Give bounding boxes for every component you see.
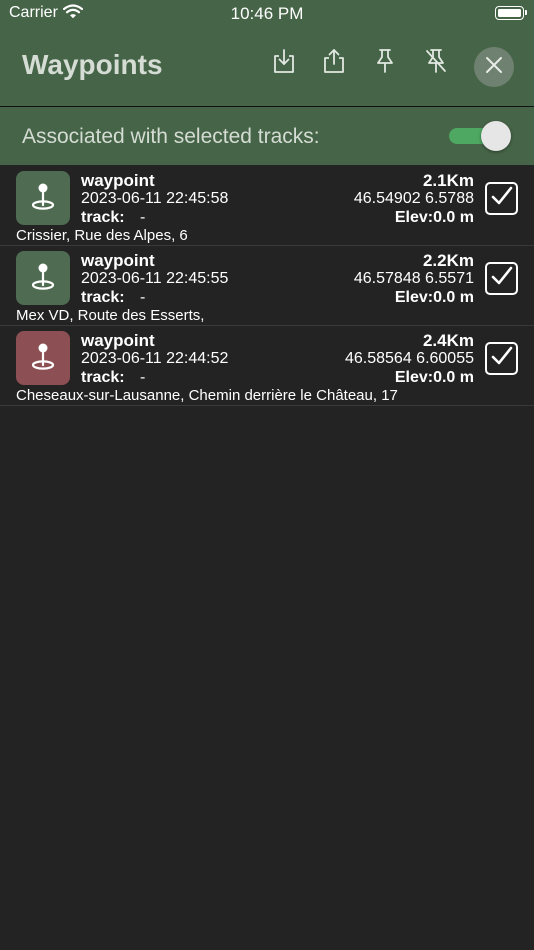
waypoint-coordinates: 46.54902 6.5788 <box>353 190 474 207</box>
share-icon <box>322 48 346 79</box>
map-pin-icon <box>29 261 57 296</box>
checkmark-icon <box>491 346 513 371</box>
waypoint-address: Mex VD, Route des Esserts, <box>16 307 205 324</box>
waypoint-distance: 2.2Km <box>422 251 474 270</box>
page-title: Waypoints <box>22 49 163 80</box>
import-icon <box>272 48 296 79</box>
track-value: - <box>140 369 146 386</box>
waypoint-address: Cheseaux-sur-Lausanne, Chemin derrière l… <box>16 387 398 404</box>
waypoint-checkbox[interactable] <box>485 262 518 295</box>
waypoint-icon-box <box>16 171 70 225</box>
association-toggle[interactable] <box>449 121 511 151</box>
waypoint-datetime: 2023-06-11 22:45:55 <box>81 270 229 287</box>
track-label: track: <box>81 209 125 226</box>
waypoint-checkbox[interactable] <box>485 342 518 375</box>
waypoint-datetime: 2023-06-11 22:45:58 <box>81 190 229 207</box>
waypoint-row[interactable]: waypoint 2023-06-11 22:45:55 track: - 2.… <box>0 246 534 326</box>
map-pin-icon <box>29 181 57 216</box>
checkmark-icon <box>491 266 513 291</box>
clock: 10:46 PM <box>230 4 304 23</box>
waypoint-datetime: 2023-06-11 22:44:52 <box>81 350 229 367</box>
pin-off-icon <box>424 48 448 79</box>
waypoint-checkbox[interactable] <box>485 182 518 215</box>
waypoint-elevation: Elev:0.0 m <box>394 209 474 226</box>
waypoint-elevation: Elev:0.0 m <box>394 369 474 386</box>
pin-icon <box>373 48 397 79</box>
waypoint-icon-box <box>16 331 70 385</box>
track-label: track: <box>81 369 125 386</box>
checkmark-icon <box>491 186 513 211</box>
pin-button[interactable] <box>372 48 398 79</box>
track-label: track: <box>81 289 125 306</box>
association-label: Associated with selected tracks: <box>22 125 320 148</box>
waypoint-coordinates: 46.57848 6.5571 <box>353 270 474 287</box>
waypoint-address: Crissier, Rue des Alpes, 6 <box>16 227 188 244</box>
track-value: - <box>140 209 146 226</box>
waypoint-row[interactable]: waypoint 2023-06-11 22:44:52 track: - 2.… <box>0 326 534 406</box>
battery-icon <box>495 6 527 20</box>
share-button[interactable] <box>321 48 347 79</box>
toggle-knob <box>481 121 511 151</box>
waypoint-name: waypoint <box>81 251 155 270</box>
waypoint-distance: 2.1Km <box>422 171 474 190</box>
nav-header: Waypoints <box>0 28 534 107</box>
waypoint-list: waypoint 2023-06-11 22:45:58 track: - 2.… <box>0 166 534 406</box>
waypoint-icon-box <box>16 251 70 305</box>
unpin-button[interactable] <box>423 48 449 79</box>
waypoint-name: waypoint <box>81 331 155 350</box>
waypoint-distance: 2.4Km <box>422 331 474 350</box>
waypoint-name: waypoint <box>81 171 155 190</box>
waypoint-elevation: Elev:0.0 m <box>394 289 474 306</box>
track-value: - <box>140 289 146 306</box>
waypoint-row[interactable]: waypoint 2023-06-11 22:45:58 track: - 2.… <box>0 166 534 246</box>
waypoint-coordinates: 46.58564 6.60055 <box>344 350 474 367</box>
status-bar: Carrier 10:46 PM <box>0 0 534 28</box>
map-pin-icon <box>29 341 57 376</box>
import-button[interactable] <box>271 48 297 79</box>
close-icon <box>485 56 503 79</box>
close-button[interactable] <box>474 47 514 87</box>
